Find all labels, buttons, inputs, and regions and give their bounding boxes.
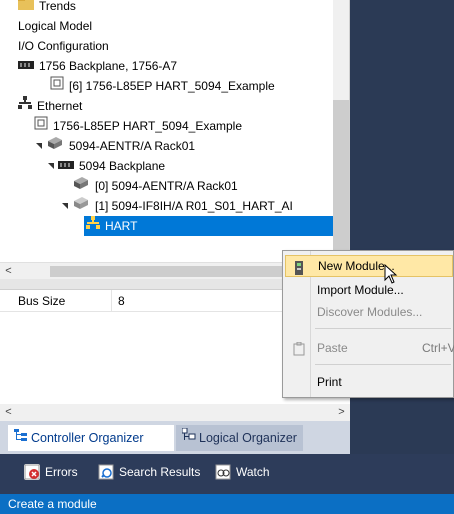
menu-item-import-module[interactable]: Import Module... <box>285 279 453 301</box>
tab-label: Logical Organizer <box>199 431 297 445</box>
tree-item-label: [1] 5094-IF8IH/A R01_S01_HART_AI <box>95 199 293 213</box>
property-name: Bus Size <box>0 289 112 312</box>
tree-item-label: HART <box>105 219 138 233</box>
tree-item-label: Ethernet <box>37 99 83 113</box>
scrollbar-thumb[interactable] <box>50 266 320 277</box>
tree-item-label: 1756 Backplane, 1756-A7 <box>39 59 178 73</box>
controller-icon <box>50 76 64 96</box>
tree-item-label: Trends <box>39 0 76 13</box>
menu-item-label: Print <box>317 375 342 389</box>
backplane-icon <box>58 156 74 176</box>
menu-separator <box>315 364 451 365</box>
context-menu: New Module... Import Module... Discover … <box>282 250 454 398</box>
menu-item-discover-modules[interactable]: Discover Modules... <box>285 301 453 323</box>
tree-item-label: [6] 1756-L85EP HART_5094_Example <box>69 79 275 93</box>
tree-item-5094-backplane[interactable]: 5094 Backplane <box>46 156 168 176</box>
folder-icon <box>18 0 34 16</box>
network-icon <box>86 216 100 236</box>
menu-item-label: Paste <box>317 341 348 355</box>
controller-icon <box>34 116 48 136</box>
tree-item-ethernet[interactable]: Ethernet <box>18 96 85 116</box>
watch-icon <box>215 464 231 480</box>
module-icon <box>72 196 90 216</box>
tree-item-slot1-if8ih[interactable]: [1] 5094-IF8IH/A R01_S01_HART_AI <box>60 196 296 216</box>
scroll-left-icon[interactable]: < <box>0 263 17 280</box>
tab-watch[interactable]: Watch <box>215 462 270 482</box>
tree-vertical-scrollbar[interactable] <box>333 0 349 262</box>
tree-item-label: 1756-L85EP HART_5094_Example <box>53 119 243 133</box>
organizer-tabs: Controller Organizer Logical Organizer <box>0 421 350 454</box>
menu-item-label: Discover Modules... <box>317 305 423 319</box>
tree-item-aentr-rack01[interactable]: 5094-AENTR/A Rack01 <box>34 136 198 156</box>
menu-separator <box>315 328 451 329</box>
tab-label: Search Results <box>119 465 201 479</box>
tree-item-label: I/O Configuration <box>18 39 109 53</box>
controller-organizer-tree[interactable]: Trends Logical Model I/O Configuration 1… <box>0 0 350 262</box>
properties-horizontal-scrollbar[interactable]: < > <box>0 404 350 421</box>
menu-item-new-module[interactable]: New Module... <box>285 255 453 277</box>
menu-item-paste[interactable]: Paste Ctrl+V <box>285 337 454 359</box>
paste-icon <box>293 341 305 363</box>
errors-icon <box>24 464 40 480</box>
scroll-right-icon[interactable]: > <box>333 404 350 421</box>
tree-item-trends[interactable]: Trends <box>18 0 79 16</box>
tab-errors[interactable]: Errors <box>24 462 78 482</box>
backplane-icon <box>18 56 34 76</box>
adapter-icon <box>72 176 90 196</box>
tab-logical-organizer[interactable]: Logical Organizer <box>176 425 303 451</box>
adapter-icon <box>46 136 64 156</box>
tab-label: Errors <box>45 465 78 479</box>
scrollbar-thumb[interactable] <box>333 100 349 250</box>
tree-item-slot0-aentr[interactable]: [0] 5094-AENTR/A Rack01 <box>72 176 241 196</box>
tree-item-logical-model[interactable]: Logical Model <box>16 16 95 36</box>
tab-controller-organizer[interactable]: Controller Organizer <box>8 425 174 451</box>
network-icon <box>18 96 32 116</box>
output-tabs-bar: Errors Search Results Watch <box>0 454 454 494</box>
scroll-left-icon[interactable]: < <box>0 404 17 421</box>
collapse-arrow-icon[interactable] <box>46 156 56 176</box>
tree-item-label: Logical Model <box>18 19 93 33</box>
collapse-arrow-icon[interactable] <box>34 136 44 156</box>
search-results-icon <box>98 464 114 480</box>
tree-item-label: 5094-AENTR/A Rack01 <box>69 139 196 153</box>
tree-item-1756-backplane[interactable]: 1756 Backplane, 1756-A7 <box>18 56 180 76</box>
menu-item-print[interactable]: Print <box>285 371 453 393</box>
tree-item-io-configuration[interactable]: I/O Configuration <box>16 36 112 56</box>
tree-item-controller-slot6[interactable]: [6] 1756-L85EP HART_5094_Example <box>50 76 278 96</box>
tree-item-hart[interactable]: HART <box>84 216 333 236</box>
tab-label: Watch <box>236 465 270 479</box>
tree-item-label: [0] 5094-AENTR/A Rack01 <box>95 179 238 193</box>
tree-item-controller-ethernet[interactable]: 1756-L85EP HART_5094_Example <box>34 116 245 136</box>
tree-item-label: 5094 Backplane <box>79 159 166 173</box>
mouse-pointer-icon <box>384 263 398 287</box>
logical-tree-icon <box>181 425 196 451</box>
menu-item-shortcut: Ctrl+V <box>422 341 454 355</box>
collapse-arrow-icon[interactable] <box>60 196 70 216</box>
tab-search-results[interactable]: Search Results <box>98 462 200 482</box>
tab-label: Controller Organizer <box>31 431 144 445</box>
status-bar: Create a module <box>0 494 454 514</box>
tree-view-icon <box>14 425 28 451</box>
property-value[interactable]: 8 <box>112 294 125 308</box>
